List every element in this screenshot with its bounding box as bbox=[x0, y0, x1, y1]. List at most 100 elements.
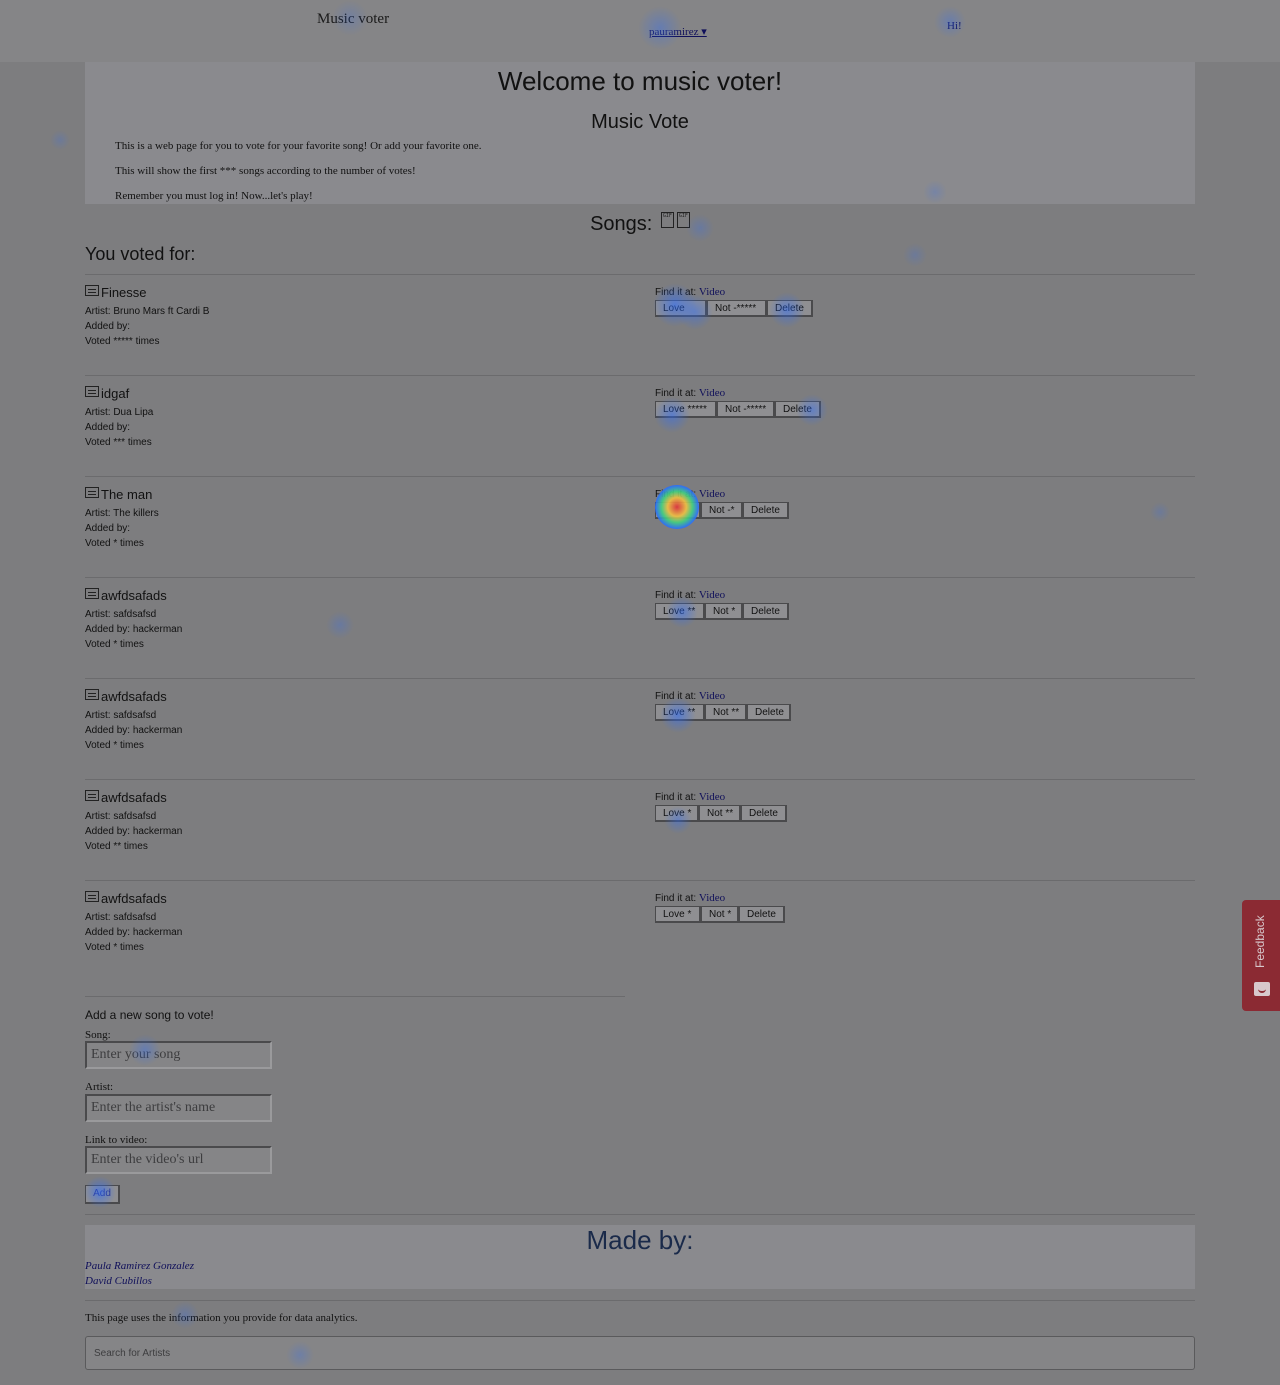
vote-buttons: Love * Not * Delete bbox=[655, 906, 785, 923]
video-link-field-label: Link to video: bbox=[85, 1134, 148, 1146]
find-it-at: Find it at: Video bbox=[655, 892, 725, 904]
not-button[interactable]: Not ** bbox=[705, 704, 747, 721]
song-title-text: The man bbox=[101, 487, 153, 502]
video-link[interactable]: Video bbox=[699, 892, 725, 904]
album-art-icon bbox=[85, 487, 99, 498]
song-title: idgaf bbox=[85, 386, 129, 401]
love-button[interactable]: Love * bbox=[655, 906, 701, 923]
not-button[interactable]: Not ** bbox=[699, 805, 741, 822]
vote-buttons: Love Not -***** Delete bbox=[655, 300, 813, 317]
heatmap-blob bbox=[903, 243, 927, 267]
artist-field-label: Artist: bbox=[85, 1081, 114, 1093]
delete-button[interactable]: Delete bbox=[743, 603, 789, 620]
feedback-tab[interactable]: Feedback bbox=[1242, 900, 1280, 1011]
gif-image-icon: GIF bbox=[660, 212, 674, 228]
find-it-label: Find it at: bbox=[655, 489, 697, 500]
song-title: awfdsafads bbox=[85, 891, 167, 906]
delete-button[interactable]: Delete bbox=[767, 300, 813, 317]
song-added-by: Added by: hackerman bbox=[85, 826, 183, 837]
song-artist: Artist: Bruno Mars ft Cardi B bbox=[85, 306, 210, 317]
song-title: Finesse bbox=[85, 285, 147, 300]
love-button[interactable]: Love ***** bbox=[655, 401, 717, 418]
not-button[interactable]: Not * bbox=[705, 603, 743, 620]
find-it-label: Find it at: bbox=[655, 287, 697, 298]
not-button[interactable]: Not * bbox=[701, 906, 739, 923]
voted-for-heading: You voted for: bbox=[85, 244, 196, 264]
song-row: The man Artist: The killers Added by: Voted… bbox=[85, 477, 1195, 577]
love-button[interactable]: Love bbox=[655, 300, 707, 317]
artist-search-input[interactable] bbox=[85, 1336, 1195, 1370]
song-row: Finesse Artist: Bruno Mars ft Cardi B Adde… bbox=[85, 275, 1195, 375]
not-button[interactable]: Not -***** bbox=[717, 401, 775, 418]
song-added-by: Added by: hackerman bbox=[85, 624, 183, 635]
song-title-text: awfdsafads bbox=[101, 790, 167, 805]
song-vote-count: Voted * times bbox=[85, 538, 144, 549]
song-added-by: Added by: hackerman bbox=[85, 927, 183, 938]
song-added-by: Added by: bbox=[85, 321, 131, 332]
song-title-text: Finesse bbox=[101, 285, 147, 300]
delete-button[interactable]: Delete bbox=[775, 401, 821, 418]
vote-buttons: Not -* Delete bbox=[655, 502, 789, 519]
find-it-at: Find it at: Video bbox=[655, 791, 725, 803]
song-title-text: awfdsafads bbox=[101, 891, 167, 906]
divider bbox=[85, 1214, 1195, 1215]
song-artist: Artist: safdsafsd bbox=[85, 912, 157, 923]
add-song-heading: Add a new song to vote! bbox=[85, 1008, 214, 1022]
songs-heading-label: Songs: bbox=[590, 213, 653, 235]
love-button[interactable] bbox=[655, 502, 701, 519]
intro-paragraph: This is a web page for you to vote for y… bbox=[115, 140, 482, 152]
video-link[interactable]: Video bbox=[699, 791, 725, 803]
delete-button[interactable]: Delete bbox=[743, 502, 789, 519]
find-it-at: Find it at: Video bbox=[655, 690, 725, 702]
video-link[interactable]: Video bbox=[699, 387, 725, 399]
video-link[interactable]: Video bbox=[699, 286, 725, 298]
song-artist: Artist: safdsafsd bbox=[85, 710, 157, 721]
song-input[interactable] bbox=[85, 1041, 272, 1069]
not-button[interactable]: Not -***** bbox=[707, 300, 767, 317]
love-button[interactable]: Love * bbox=[655, 805, 699, 822]
song-title: awfdsafads bbox=[85, 790, 167, 805]
artist-input[interactable] bbox=[85, 1094, 272, 1122]
vote-buttons: Love ** Not * Delete bbox=[655, 603, 789, 620]
love-button[interactable]: Love ** bbox=[655, 704, 705, 721]
song-vote-count: Voted * times bbox=[85, 942, 144, 953]
video-url-input[interactable] bbox=[85, 1146, 272, 1174]
delete-button[interactable]: Delete bbox=[739, 906, 785, 923]
top-navbar: Music voter pauramirez ▾ Hi! bbox=[0, 0, 1280, 62]
user-menu-dropdown[interactable]: pauramirez ▾ bbox=[649, 25, 707, 38]
chat-icon bbox=[1254, 982, 1270, 996]
author-link[interactable]: Paula Ramirez Gonzalez bbox=[85, 1260, 194, 1272]
song-added-by: Added by: bbox=[85, 422, 131, 433]
song-field-label: Song: bbox=[85, 1029, 111, 1041]
song-row: awfdsafads Artist: safdsafsd Added by: hac… bbox=[85, 780, 1195, 880]
song-title: The man bbox=[85, 487, 152, 502]
song-title: awfdsafads bbox=[85, 689, 167, 704]
page-title: Welcome to music voter! bbox=[497, 66, 783, 96]
delete-button[interactable]: Delete bbox=[741, 805, 787, 822]
video-link[interactable]: Video bbox=[699, 690, 725, 702]
heatmap-blob bbox=[50, 130, 70, 150]
album-art-icon bbox=[85, 588, 99, 599]
song-title: awfdsafads bbox=[85, 588, 167, 603]
song-artist: Artist: Dua Lipa bbox=[85, 407, 154, 418]
brand-title[interactable]: Music voter bbox=[317, 11, 389, 28]
find-it-at: Find it at: Video bbox=[655, 387, 725, 399]
song-vote-count: Voted ** times bbox=[85, 841, 148, 852]
album-art-icon bbox=[85, 790, 99, 801]
add-song-button[interactable]: Add bbox=[85, 1185, 120, 1204]
find-it-label: Find it at: bbox=[655, 792, 697, 803]
gif-image-icon: GIF bbox=[676, 212, 690, 228]
songs-heading: Songs: GIF GIF bbox=[0, 212, 1280, 236]
song-row: awfdsafads Artist: safdsafsd Added by: hac… bbox=[85, 578, 1195, 678]
find-it-label: Find it at: bbox=[655, 388, 697, 399]
love-button[interactable]: Love ** bbox=[655, 603, 705, 620]
video-link[interactable]: Video bbox=[699, 488, 725, 500]
song-row: idgaf Artist: Dua Lipa Added by: Voted *** … bbox=[85, 376, 1195, 476]
not-button[interactable]: Not -* bbox=[701, 502, 743, 519]
feedback-label: Feedback bbox=[1253, 915, 1267, 968]
author-link[interactable]: David Cubillos bbox=[85, 1275, 152, 1287]
video-link[interactable]: Video bbox=[699, 589, 725, 601]
divider bbox=[85, 1300, 1195, 1301]
song-title-text: awfdsafads bbox=[101, 689, 167, 704]
delete-button[interactable]: Delete bbox=[747, 704, 791, 721]
